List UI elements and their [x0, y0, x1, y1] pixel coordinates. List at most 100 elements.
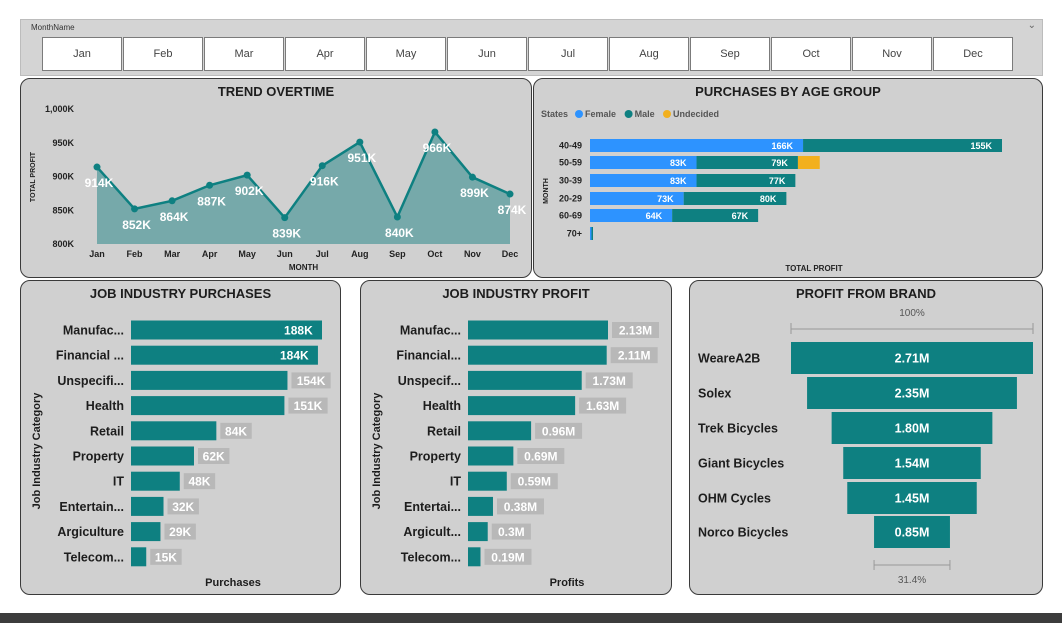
- x-tick-label: Aug: [351, 249, 369, 259]
- month-button-row: Jan Feb Mar Apr May Jun Jul Aug Sep Oct …: [42, 37, 1013, 71]
- month-button-feb[interactable]: Feb: [123, 37, 203, 71]
- month-button-may[interactable]: May: [366, 37, 446, 71]
- industry-data-label: 0.38M: [504, 500, 537, 514]
- trend-data-label: 951K: [347, 151, 376, 165]
- age-category-label: 20-29: [559, 194, 582, 204]
- month-button-apr[interactable]: Apr: [285, 37, 365, 71]
- age-bar-data-label: 83K: [670, 176, 687, 186]
- month-button-jun[interactable]: Jun: [447, 37, 527, 71]
- industry-bar: [131, 547, 147, 567]
- y-tick-label: 1,000K: [45, 104, 75, 114]
- legend-title: States: [541, 109, 568, 119]
- x-tick-label: Jan: [89, 249, 105, 259]
- trend-data-label: 899K: [460, 186, 489, 200]
- industry-category-label: Manufac...: [63, 324, 124, 338]
- industry-data-label: 188K: [284, 324, 313, 338]
- industry-bar: [131, 421, 217, 441]
- trend-point: [431, 128, 439, 136]
- y-axis-title: MONTH: [543, 178, 550, 204]
- age-bar-data-label: 77K: [769, 176, 786, 186]
- age-category-label: 60-69: [559, 211, 582, 221]
- trend-data-label: 874K: [498, 203, 527, 217]
- purchases-panel: JOB INDUSTRY PURCHASES Manufac... 188K Fin…: [20, 280, 341, 595]
- industry-category-label: IT: [113, 475, 124, 489]
- industry-data-label: 48K: [188, 475, 210, 489]
- month-button-aug[interactable]: Aug: [609, 37, 689, 71]
- industry-category-label: Argicult...: [403, 525, 461, 539]
- industry-category-label: Manufac...: [400, 324, 461, 338]
- legend-label: Male: [635, 109, 655, 119]
- industry-data-label: 29K: [169, 525, 191, 539]
- trend-data-label: 839K: [272, 227, 301, 241]
- age-category-label: 30-39: [559, 176, 582, 186]
- chevron-down-icon[interactable]: ⌄: [1028, 20, 1036, 31]
- month-button-nov[interactable]: Nov: [852, 37, 932, 71]
- y-axis-title: TOTAL PROFIT: [30, 151, 37, 202]
- industry-category-label: Telecom...: [64, 550, 124, 564]
- age-chart: States Female Male Undecided 40-49 166K 155K 50…: [541, 109, 1002, 273]
- funnel-data-label: 1.54M: [895, 457, 930, 471]
- legend-marker: [575, 110, 583, 118]
- trend-point: [131, 205, 139, 213]
- trend-panel: TREND OVERTIME 800K 850K 900K 950K 1,000K 914…: [20, 78, 532, 278]
- trend-data-label: 914K: [85, 176, 114, 190]
- trend-point: [393, 213, 401, 221]
- industry-category-label: Health: [86, 399, 124, 413]
- x-tick-label: Jul: [316, 249, 329, 259]
- industry-bar: [131, 446, 194, 466]
- month-button-jan[interactable]: Jan: [42, 37, 122, 71]
- industry-bar: [131, 370, 288, 390]
- legend-marker: [663, 110, 671, 118]
- age-bar-undecided: [797, 156, 820, 169]
- legend-label: Undecided: [673, 109, 719, 119]
- industry-bar: [131, 496, 164, 516]
- industry-bar: [468, 421, 532, 441]
- trend-data-label: 966K: [423, 141, 452, 155]
- industry-data-label: 62K: [203, 450, 225, 464]
- month-button-oct[interactable]: Oct: [771, 37, 851, 71]
- industry-category-label: Entertai...: [404, 500, 461, 514]
- brand-label: Solex: [698, 387, 731, 401]
- brand-label: Giant Bicycles: [698, 457, 784, 471]
- month-slicer: MonthName ⌄ Jan Feb Mar Apr May Jun Jul …: [20, 19, 1043, 76]
- trend-point: [281, 214, 289, 222]
- x-tick-label: Nov: [464, 249, 481, 259]
- funnel-data-label: 1.45M: [895, 492, 930, 506]
- trend-point: [506, 190, 514, 198]
- trend-point: [206, 181, 214, 189]
- month-button-dec[interactable]: Dec: [933, 37, 1013, 71]
- bottom-bar: [0, 613, 1062, 623]
- funnel-data-label: 1.80M: [895, 422, 930, 436]
- industry-bar: [468, 446, 514, 466]
- industry-data-label: 0.69M: [524, 450, 557, 464]
- industry-data-label: 1.63M: [586, 399, 619, 413]
- industry-category-label: Telecom...: [401, 550, 461, 564]
- trend-point: [356, 138, 364, 146]
- industry-data-label: 184K: [280, 349, 309, 363]
- x-tick-label: Sep: [389, 249, 406, 259]
- funnel-data-label: 0.85M: [895, 526, 930, 540]
- slicer-title: MonthName: [31, 23, 75, 32]
- month-button-sep[interactable]: Sep: [690, 37, 770, 71]
- industry-data-label: 84K: [225, 424, 247, 438]
- industry-category-label: Retail: [90, 424, 124, 438]
- industry-data-label: 2.13M: [619, 324, 652, 338]
- industry-data-label: 0.3M: [498, 525, 525, 539]
- month-button-mar[interactable]: Mar: [204, 37, 284, 71]
- industry-data-label: 0.96M: [542, 424, 575, 438]
- age-panel: PURCHASES BY AGE GROUP States Female Male U…: [533, 78, 1043, 278]
- y-axis-title: Job Industry Category: [371, 392, 383, 510]
- industry-bar: [468, 345, 607, 365]
- funnel-data-label: 2.35M: [895, 387, 930, 401]
- industry-bar: [468, 396, 576, 416]
- age-bar-data-label: 64K: [646, 211, 663, 221]
- month-button-jul[interactable]: Jul: [528, 37, 608, 71]
- y-axis-title: Job Industry Category: [31, 392, 43, 510]
- x-tick-label: Dec: [502, 249, 519, 259]
- x-tick-label: May: [238, 249, 256, 259]
- brand-label: WeareA2B: [698, 352, 760, 366]
- industry-category-label: Health: [423, 399, 461, 413]
- industry-data-label: 154K: [297, 374, 326, 388]
- x-tick-label: Jun: [277, 249, 293, 259]
- age-bar-data-label: 73K: [657, 194, 674, 204]
